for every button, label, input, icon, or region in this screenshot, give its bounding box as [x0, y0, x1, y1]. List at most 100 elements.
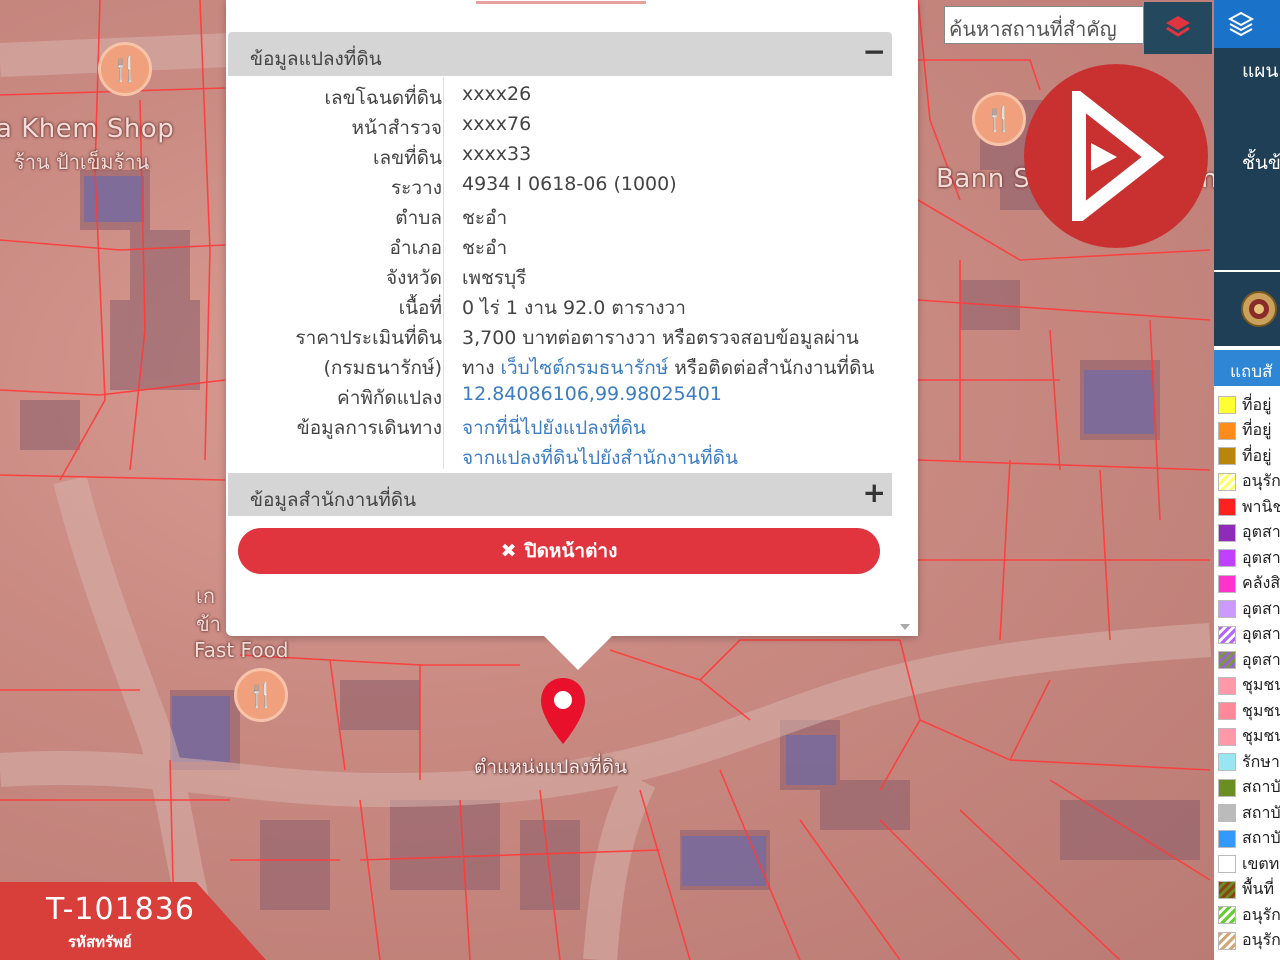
legend-swatch	[1218, 906, 1236, 924]
legend-swatch	[1218, 396, 1236, 414]
legend-item: ชุมชน	[1218, 700, 1280, 722]
row-value: xxxx33	[462, 143, 532, 165]
legend-label: อุตสา	[1242, 598, 1280, 618]
price-label: ราคาประเมินที่ดิน	[295, 327, 442, 349]
legend-swatch	[1218, 625, 1236, 644]
legend-item: สถาบั	[1218, 828, 1280, 850]
legend-item: พื้นที่	[1218, 879, 1274, 901]
row-label: ตำบล	[395, 207, 442, 229]
directions-to-office-link[interactable]: จากแปลงที่ดินไปยังสำนักงานที่ดิน	[462, 443, 738, 473]
legend-label: ที่อยู่	[1242, 420, 1272, 439]
legend-label: เขตท	[1242, 853, 1280, 873]
legend-swatch	[1218, 880, 1236, 899]
legend-label: ชุมชน	[1242, 700, 1280, 720]
property-code: T-101836	[46, 892, 195, 927]
legend-item: เขตท	[1218, 853, 1279, 875]
panel-text: ชั้นข้	[1242, 152, 1280, 174]
legend-swatch	[1218, 472, 1236, 491]
legend-label: อุตสา	[1242, 624, 1280, 643]
legend-label: ที่อยู่	[1242, 394, 1272, 414]
legend-item: ชุมชน	[1218, 726, 1280, 748]
map-place-label: ร้าน ป้าเข็มร้าน	[14, 150, 150, 174]
row-label: เนื้อที่	[398, 297, 442, 319]
coords-label: ค่าพิกัดแปลง	[337, 387, 442, 409]
legend-label: ที่อยู่	[1242, 445, 1272, 465]
legend-title: แถบสั	[1214, 350, 1280, 386]
legend-swatch	[1218, 702, 1236, 720]
legend-label: คลังสิ	[1242, 573, 1280, 592]
close-window-button[interactable]: ✖ ปิดหน้าต่าง	[238, 528, 880, 574]
legend-item: ที่อยู่	[1218, 420, 1272, 442]
legend-label: อนุรัก	[1242, 904, 1280, 924]
legend-label: อุตสา	[1242, 649, 1280, 669]
travel-label: ข้อมูลการเดินทาง	[296, 417, 442, 439]
legend-swatch	[1218, 676, 1236, 695]
legend-swatch	[1218, 574, 1236, 593]
legend-item: ที่อยู่	[1218, 445, 1272, 467]
layers-button[interactable]	[1144, 2, 1212, 54]
row-label: หน้าสำรวจ	[351, 117, 442, 139]
row-value: 0 ไร่ 1 งาน 92.0 ตารางวา	[462, 297, 686, 319]
popup-top	[226, 0, 894, 30]
legend-item: คลังสิ	[1218, 573, 1280, 595]
legend-swatch	[1218, 651, 1236, 669]
legend-item: อุตสา	[1218, 598, 1280, 620]
legend-item: อนุรัก	[1218, 930, 1280, 952]
land-section-title: ข้อมูลแปลงที่ดิน	[250, 48, 382, 70]
map-place-label: a Khem Shop	[0, 114, 175, 144]
land-info-popup: ข้อมูลแปลงที่ดิน − เลขโฉนดที่ดิน xxxx26 …	[226, 0, 918, 670]
right-side-panel: แผน ชั้นข้ แถบสั ที่อยู่ ที่อยู่ ที่อยู่ อน…	[1214, 0, 1280, 960]
legend-swatch	[1218, 498, 1236, 516]
legend-label: อุตสา	[1242, 547, 1280, 567]
legend-swatch	[1218, 778, 1236, 797]
brand-logo-icon	[1024, 64, 1208, 248]
restaurant-poi-icon[interactable]: 🍴	[234, 668, 288, 722]
legend-swatch	[1218, 600, 1236, 618]
property-code-caption: รหัสทรัพย์	[68, 933, 132, 951]
row-value: 4934 I 0618-06 (1000)	[462, 173, 677, 195]
legend-swatch	[1218, 549, 1236, 567]
scroll-down-icon[interactable]	[900, 624, 910, 630]
legend-item: อนุรัก	[1218, 471, 1280, 493]
price-suffix: หรือติดต่อสำนักงานที่ดิน	[668, 357, 875, 379]
row-value: ชะอำ	[462, 207, 508, 229]
row-value: xxxx26	[462, 83, 532, 105]
land-section-header[interactable]: ข้อมูลแปลงที่ดิน −	[228, 32, 892, 76]
legend-item: สถาบั	[1218, 777, 1280, 799]
popup-scrollbar[interactable]	[894, 0, 918, 636]
legend-label: ชุมชน	[1242, 726, 1280, 745]
location-pin-icon[interactable]	[539, 676, 587, 746]
map-layers-tab[interactable]	[1214, 0, 1280, 48]
legend-item: อุตสา	[1218, 522, 1280, 544]
row-value: เพชรบุรี	[462, 267, 527, 289]
restaurant-poi-icon[interactable]: 🍴	[972, 92, 1026, 146]
treasury-website-link[interactable]: เว็บไซต์กรมธนารักษ์	[501, 357, 669, 379]
legend-item: อนุรัก	[1218, 904, 1280, 926]
restaurant-poi-icon[interactable]: 🍴	[98, 42, 152, 96]
price-value-line2: ทาง เว็บไซต์กรมธนารักษ์ หรือติดต่อสำนักง…	[462, 353, 874, 383]
legend-swatch	[1218, 523, 1236, 542]
legend-label: สถาบั	[1242, 828, 1280, 847]
legend-swatch	[1218, 447, 1236, 465]
legend-label: พื้นที่	[1242, 879, 1275, 898]
collapse-icon[interactable]: −	[863, 36, 886, 68]
coords-link[interactable]: 12.84086106,99.98025401	[462, 383, 722, 405]
map-place-label: Fast Food	[194, 638, 289, 662]
legend-swatch	[1218, 931, 1236, 950]
directions-to-parcel-link[interactable]: จากที่นี่ไปยังแปลงที่ดิน	[462, 413, 646, 443]
legend-item: รักษา	[1218, 751, 1280, 773]
expand-icon[interactable]: +	[863, 477, 886, 509]
close-button-label: ปิดหน้าต่าง	[524, 540, 618, 562]
legend-item: ชุมชน	[1218, 675, 1280, 697]
landmark-search-input[interactable]: ค้นหาสถานที่สำคัญ	[944, 6, 1144, 44]
legend-label: รักษา	[1242, 751, 1280, 771]
legend-item: อุตสา	[1218, 624, 1280, 646]
row-value: xxxx76	[462, 113, 532, 135]
department-seal-icon	[1214, 272, 1280, 346]
legend-swatch	[1218, 421, 1236, 440]
land-info-table: เลขโฉนดที่ดิน xxxx26 หน้าสำรวจ xxxx76 เล…	[228, 77, 892, 473]
legend-label: อุตสา	[1242, 522, 1280, 541]
office-section-header[interactable]: ข้อมูลสำนักงานที่ดิน +	[228, 473, 892, 517]
price-label-source: (กรมธนารักษ์)	[323, 357, 442, 379]
panel-text: แผน	[1242, 60, 1279, 82]
